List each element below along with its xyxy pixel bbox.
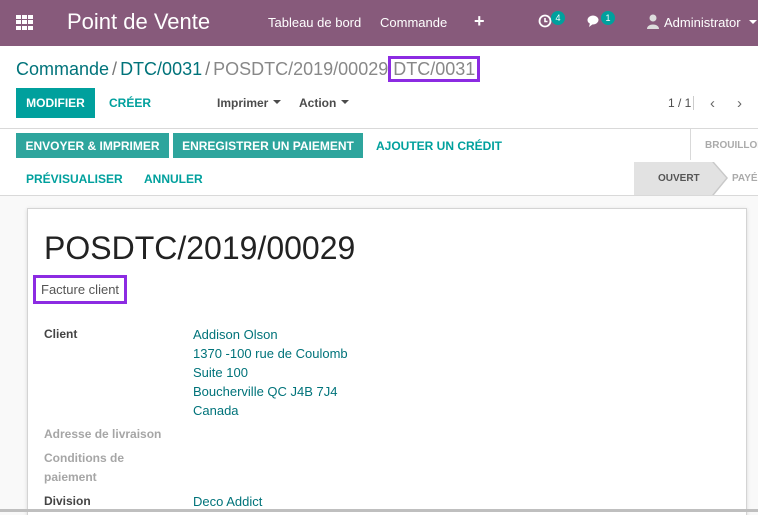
- edit-button[interactable]: MODIFIER: [16, 88, 95, 118]
- breadcrumb-current-suffix: DTC/0031: [388, 56, 481, 82]
- menu-tableau-de-bord[interactable]: Tableau de bord: [268, 15, 361, 30]
- pager-previous-icon[interactable]: ‹: [710, 95, 715, 112]
- register-payment-button[interactable]: ENREGISTRER UN PAIEMENT: [173, 133, 363, 158]
- chevron-down-icon: [341, 99, 350, 104]
- client-country[interactable]: Canada: [193, 401, 239, 420]
- messages-count-badge: 1: [601, 11, 615, 25]
- user-menu-caret-icon[interactable]: [749, 20, 757, 24]
- breadcrumb-current: POSDTC/2019/00029: [213, 59, 389, 79]
- apps-menu-icon[interactable]: [16, 15, 33, 30]
- preview-button[interactable]: PRÉVISUALISER: [26, 172, 123, 186]
- horizontal-scrollbar[interactable]: [0, 509, 758, 512]
- stage-paid[interactable]: PAYÉ: [732, 173, 758, 184]
- stage-open[interactable]: OUVERT: [658, 173, 700, 184]
- chevron-down-icon: [273, 99, 282, 104]
- payment-terms-label: Conditions de: [44, 451, 124, 465]
- breadcrumb-commande[interactable]: Commande: [16, 59, 109, 79]
- pager-divider: [693, 96, 694, 110]
- menu-commande[interactable]: Commande: [380, 15, 447, 30]
- client-name[interactable]: Addison Olson: [193, 325, 278, 344]
- client-address-line[interactable]: Boucherville QC J4B 7J4: [193, 382, 338, 401]
- stage-divider: [690, 129, 691, 160]
- messages-chat-icon[interactable]: [587, 14, 601, 28]
- client-address-line[interactable]: 1370 -100 rue de Coulomb: [193, 344, 348, 363]
- user-avatar-icon[interactable]: [647, 14, 659, 29]
- create-button[interactable]: CRÉER: [109, 96, 151, 110]
- breadcrumb-order[interactable]: DTC/0031: [120, 59, 202, 79]
- document-type: Facture client: [33, 275, 128, 304]
- send-print-button[interactable]: ENVOYER & IMPRIMER: [16, 133, 169, 158]
- payment-terms-label-2: paiement: [44, 470, 97, 484]
- user-menu[interactable]: Administrator: [664, 15, 741, 30]
- action-dropdown[interactable]: Action: [299, 96, 350, 110]
- activity-count-badge: 4: [551, 11, 565, 25]
- client-label: Client: [44, 327, 78, 341]
- add-credit-button[interactable]: AJOUTER UN CRÉDIT: [376, 139, 502, 153]
- breadcrumb: Commande / DTC/0031/POSDTC/2019/00029 DTC/0…: [16, 56, 481, 82]
- top-navbar: Point de Vente Tableau de bord Commande …: [0, 0, 758, 46]
- add-icon[interactable]: +: [474, 11, 485, 32]
- document-title: POSDTC/2019/00029: [44, 230, 356, 266]
- client-address-line[interactable]: Suite 100: [193, 363, 248, 382]
- stage-draft[interactable]: BROUILLON: [705, 140, 758, 151]
- activity-clock-icon[interactable]: [538, 14, 552, 28]
- print-dropdown[interactable]: Imprimer: [217, 96, 282, 110]
- delivery-address-label: Adresse de livraison: [44, 427, 162, 441]
- app-title[interactable]: Point de Vente: [67, 9, 210, 35]
- divider: [0, 128, 758, 129]
- cancel-button[interactable]: ANNULER: [144, 172, 203, 186]
- pager-value[interactable]: 1 / 1: [668, 96, 691, 110]
- pager-next-icon[interactable]: ›: [737, 95, 742, 112]
